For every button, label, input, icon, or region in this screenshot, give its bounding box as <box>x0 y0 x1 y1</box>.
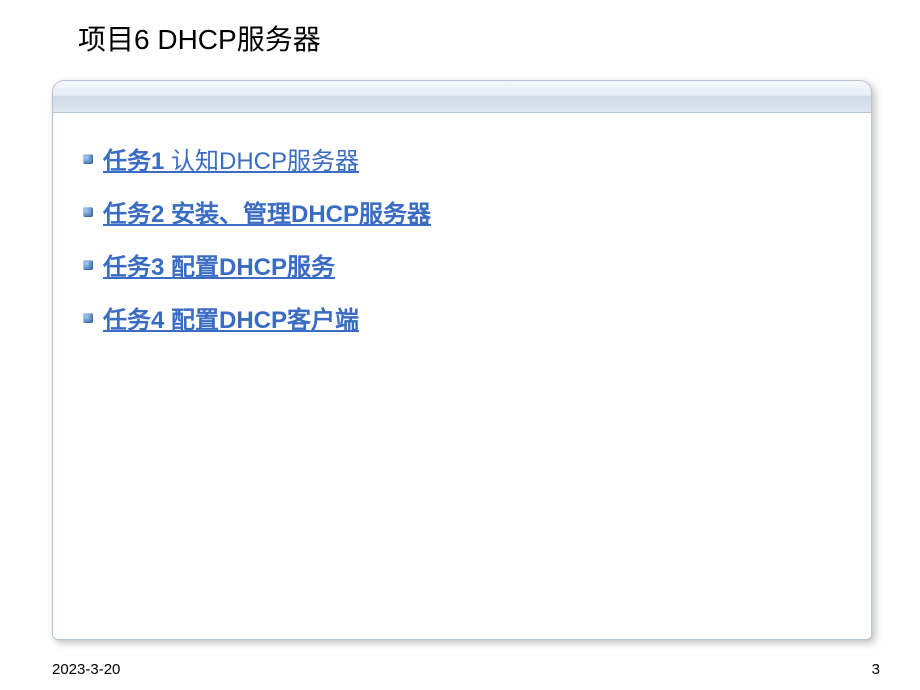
task-prefix: 任务4 <box>103 307 171 334</box>
slide-title: 项目6 DHCP服务器 <box>78 18 321 58</box>
bullet-icon <box>83 154 93 164</box>
task-link-4[interactable]: 任务4 配置DHCP客户端 <box>103 300 359 335</box>
task-rest: 配置DHCP客户端 <box>171 307 359 334</box>
panel-body: 任务1 认知DHCP服务器 任务2 安装、管理DHCP服务器 任务3 配置DHC… <box>53 113 871 381</box>
task-link-3[interactable]: 任务3 配置DHCP服务 <box>103 247 335 282</box>
footer-date: 2023-3-20 <box>52 661 120 678</box>
task-rest: 安装、管理DHCP服务器 <box>171 201 431 228</box>
task-link-1[interactable]: 任务1 认知DHCP服务器 <box>103 141 359 176</box>
task-item-3: 任务3 配置DHCP服务 <box>83 247 841 282</box>
bullet-icon <box>83 207 93 217</box>
task-prefix: 任务2 <box>103 201 171 228</box>
footer-page-number: 3 <box>872 661 880 678</box>
panel-header-bar <box>53 81 871 113</box>
task-item-2: 任务2 安装、管理DHCP服务器 <box>83 194 841 229</box>
task-list: 任务1 认知DHCP服务器 任务2 安装、管理DHCP服务器 任务3 配置DHC… <box>83 141 841 335</box>
task-item-4: 任务4 配置DHCP客户端 <box>83 300 841 335</box>
task-prefix: 任务3 <box>103 254 171 281</box>
task-prefix: 任务1 <box>103 148 171 175</box>
bullet-icon <box>83 313 93 323</box>
content-panel: 任务1 认知DHCP服务器 任务2 安装、管理DHCP服务器 任务3 配置DHC… <box>52 80 872 640</box>
bullet-icon <box>83 260 93 270</box>
task-item-1: 任务1 认知DHCP服务器 <box>83 141 841 176</box>
task-rest: 配置DHCP服务 <box>171 254 335 281</box>
task-link-2[interactable]: 任务2 安装、管理DHCP服务器 <box>103 194 431 229</box>
task-rest: 认知DHCP服务器 <box>171 148 359 175</box>
